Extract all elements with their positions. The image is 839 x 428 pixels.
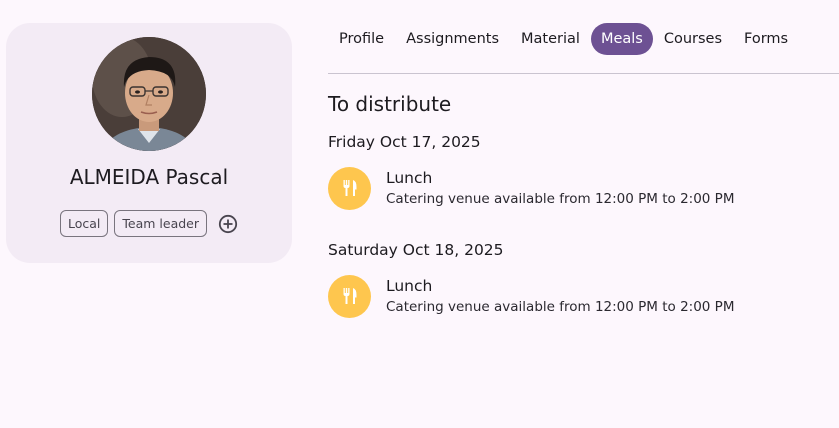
tab-meals[interactable]: Meals (590, 23, 653, 55)
tab-divider (328, 73, 839, 74)
avatar (92, 37, 206, 151)
add-tag-button[interactable] (217, 213, 239, 235)
day-heading: Friday Oct 17, 2025 (328, 133, 481, 151)
tab-forms[interactable]: Forms (733, 23, 799, 55)
meal-item: Lunch Catering venue available from 12:0… (328, 166, 734, 210)
utensils-icon (343, 288, 356, 304)
meal-description: Catering venue available from 12:00 PM t… (386, 190, 735, 207)
tab-profile[interactable]: Profile (328, 23, 395, 55)
day-heading: Saturday Oct 18, 2025 (328, 241, 504, 259)
meal-item: Lunch Catering venue available from 12:0… (328, 274, 734, 318)
meal-icon-badge (328, 274, 371, 318)
section-title: To distribute (328, 92, 452, 116)
tag-list: Local Team leader (60, 210, 239, 237)
meal-name: Lunch (386, 276, 433, 295)
tab-courses[interactable]: Courses (653, 23, 733, 55)
tag-chip-team-leader[interactable]: Team leader (114, 210, 208, 237)
tag-chip-local[interactable]: Local (60, 210, 109, 237)
tab-assignments[interactable]: Assignments (395, 23, 510, 55)
avatar-photo (92, 37, 206, 151)
tab-bar: Profile Assignments Material Meals Cours… (328, 23, 799, 55)
profile-name: ALMEIDA Pascal (69, 165, 229, 189)
tab-material[interactable]: Material (510, 23, 591, 55)
meal-icon-badge (328, 166, 371, 210)
utensils-icon (343, 180, 356, 196)
meal-description: Catering venue available from 12:00 PM t… (386, 298, 735, 315)
plus-circle-icon (218, 214, 238, 233)
meal-name: Lunch (386, 168, 433, 187)
profile-card: ALMEIDA Pascal Local Team leader (6, 23, 292, 263)
